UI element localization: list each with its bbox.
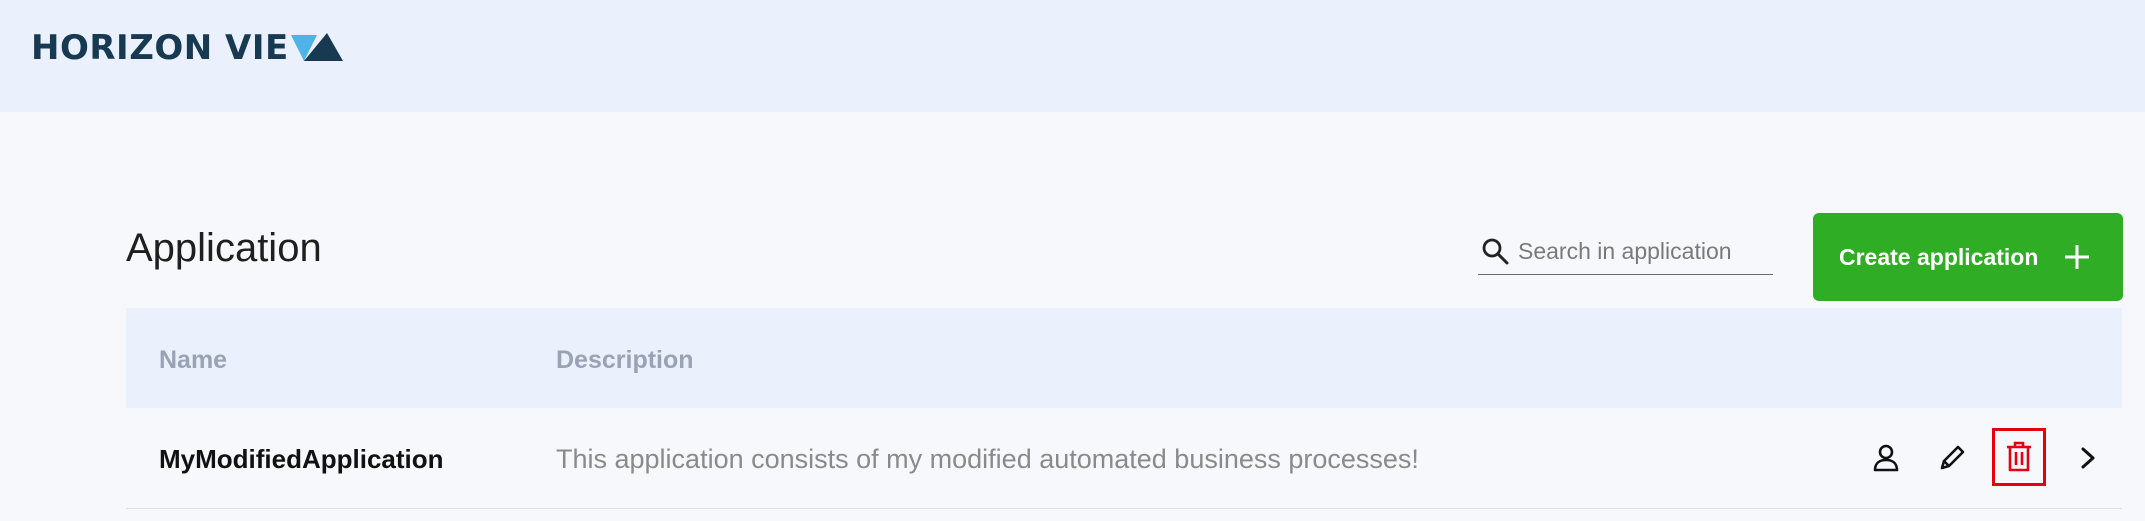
chevron-right-icon [2081, 447, 2095, 469]
logo-text: HORIZON VIE [31, 28, 289, 68]
open-application-button[interactable] [2068, 438, 2108, 478]
search-icon [1482, 238, 1509, 265]
column-header-name[interactable]: Name [159, 346, 227, 375]
application-description: This application consists of my modified… [556, 444, 1419, 474]
user-icon [1873, 444, 1899, 472]
permissions-button[interactable] [1866, 438, 1906, 478]
edit-button[interactable] [1932, 438, 1972, 478]
table-header: Name Description [126, 308, 2122, 408]
delete-button[interactable] [1992, 428, 2046, 486]
column-header-description[interactable]: Description [556, 346, 694, 375]
main-content: Application Create application Name Desc… [126, 112, 2123, 521]
page-title: Application [126, 226, 322, 270]
trash-icon [2007, 441, 2031, 472]
table-row[interactable]: MyModifiedApplication This application c… [126, 408, 2122, 509]
application-name: MyModifiedApplication [159, 444, 444, 474]
search-input[interactable] [1518, 237, 1768, 265]
search-field[interactable] [1478, 228, 1773, 275]
logo[interactable]: HORIZON VIE [31, 26, 343, 70]
plus-icon [2065, 245, 2089, 269]
create-application-button[interactable]: Create application [1813, 213, 2123, 301]
pencil-icon [1940, 445, 1965, 470]
top-bar: HORIZON VIE [0, 0, 2145, 112]
logo-triangle-icon [290, 33, 343, 61]
create-application-label: Create application [1839, 243, 2039, 270]
applications-table: Name Description MyModifiedApplication T… [126, 308, 2122, 509]
